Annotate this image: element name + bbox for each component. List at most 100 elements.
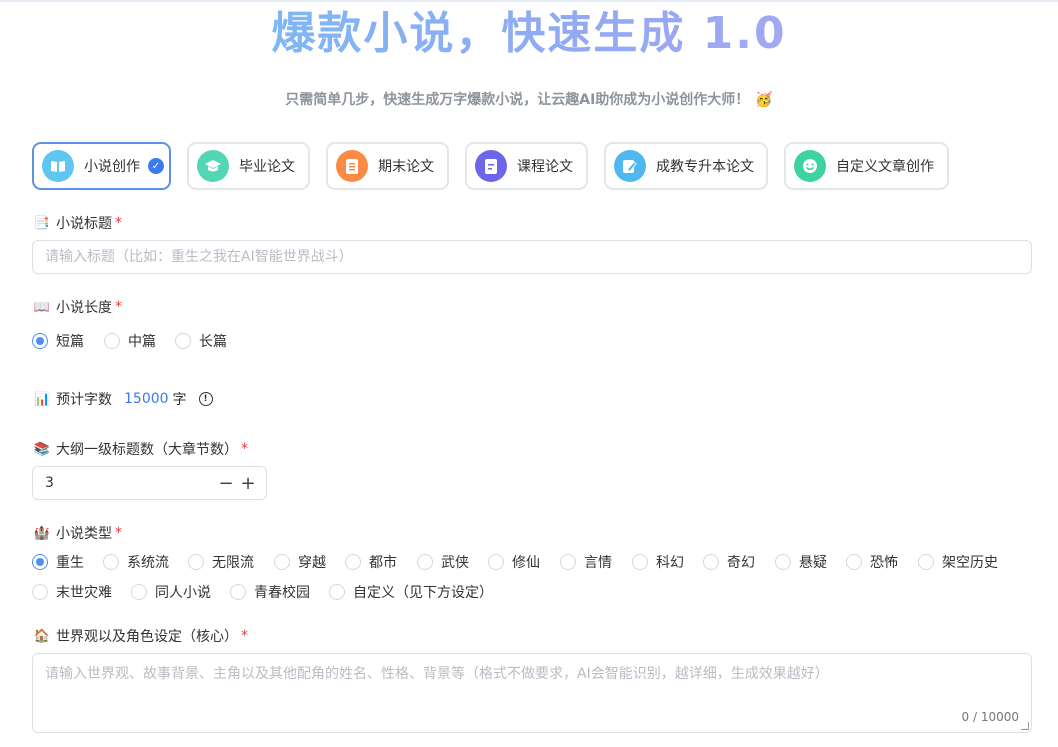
- tab-course-paper[interactable]: 课程论文: [465, 142, 588, 190]
- radio-dot: [775, 554, 791, 570]
- length-label: 📖 小说长度 *: [34, 297, 122, 317]
- estimate-unit: 字: [172, 392, 187, 408]
- top-divider: [0, 0, 1058, 2]
- radio-label: 科幻: [656, 555, 684, 571]
- outline-count-value[interactable]: 3: [45, 475, 216, 491]
- increment-button[interactable]: +: [238, 473, 258, 494]
- tab-adult-education-paper[interactable]: 成教专升本论文: [604, 142, 768, 190]
- radio-genre-campus[interactable]: 青春校园: [230, 582, 310, 602]
- radio-genre-apocalypse[interactable]: 末世灾难: [32, 582, 112, 602]
- radio-dot: [846, 554, 862, 570]
- castle-icon: 🏰: [33, 525, 51, 541]
- radio-genre-scifi[interactable]: 科幻: [632, 552, 684, 572]
- radio-dot: [32, 333, 48, 349]
- resize-handle-icon[interactable]: [1021, 722, 1029, 730]
- required-mark: *: [241, 628, 248, 644]
- house-icon: 🏠: [33, 628, 51, 644]
- radio-label: 架空历史: [942, 555, 998, 571]
- radio-genre-infinite[interactable]: 无限流: [188, 552, 254, 572]
- radio-genre-alt-history[interactable]: 架空历史: [918, 552, 998, 572]
- tab-graduation-thesis[interactable]: 毕业论文: [187, 142, 310, 190]
- required-mark: *: [115, 525, 122, 541]
- tab-label: 小说创作: [84, 159, 140, 175]
- genre-label-text: 小说类型: [56, 526, 112, 542]
- subtitle-text: 只需简单几步，快速生成万字爆款小说，让云趣AI助你成为小说创作大师！: [285, 92, 750, 108]
- radio-length-medium[interactable]: 中篇: [104, 331, 156, 351]
- decrement-button[interactable]: −: [216, 473, 236, 494]
- radio-genre-fantasy[interactable]: 奇幻: [703, 552, 755, 572]
- outline-label: 📚 大纲一级标题数（大章节数） *: [34, 439, 248, 459]
- info-icon[interactable]: !: [198, 392, 213, 406]
- radio-genre-wuxia[interactable]: 武侠: [417, 552, 469, 572]
- textarea-placeholder: 请输入世界观、故事背景、主角以及其他配角的姓名、性格、背景等（格式不做要求，AI…: [45, 666, 829, 682]
- radio-dot: [329, 584, 345, 600]
- radio-label: 奇幻: [727, 555, 755, 571]
- bar-chart-icon: 📊: [34, 391, 51, 407]
- radio-genre-system[interactable]: 系统流: [103, 552, 169, 572]
- world-setting-label-text: 世界观以及角色设定（核心）: [56, 629, 238, 645]
- genre-label: 🏰 小说类型 *: [34, 523, 122, 543]
- estimate-value: 15000: [124, 391, 169, 407]
- party-face-icon: 🥳: [755, 92, 773, 108]
- tab-label: 成教专升本论文: [656, 159, 754, 175]
- bookmark-tabs-icon: 📑: [33, 215, 51, 231]
- document-icon: [336, 150, 368, 182]
- notes-icon: [475, 150, 507, 182]
- radio-genre-rebirth[interactable]: 重生: [32, 552, 84, 572]
- radio-genre-cultivation[interactable]: 修仙: [488, 552, 540, 572]
- title-label-text: 小说标题: [56, 216, 112, 232]
- tab-custom-article[interactable]: 自定义文章创作: [784, 142, 949, 190]
- radio-length-long[interactable]: 长篇: [175, 331, 227, 351]
- radio-dot: [345, 554, 361, 570]
- radio-dot: [104, 333, 120, 349]
- radio-genre-romance[interactable]: 言情: [560, 552, 612, 572]
- tab-label: 期末论文: [378, 159, 434, 175]
- radio-dot: [188, 554, 204, 570]
- radio-genre-fanfiction[interactable]: 同人小说: [131, 582, 211, 602]
- radio-length-short[interactable]: 短篇: [32, 331, 84, 351]
- radio-dot: [488, 554, 504, 570]
- radio-label: 悬疑: [799, 555, 827, 571]
- radio-genre-mystery[interactable]: 悬疑: [775, 552, 827, 572]
- radio-dot: [632, 554, 648, 570]
- title-label: 📑 小说标题 *: [34, 213, 122, 233]
- book-icon: [42, 150, 74, 182]
- edit-icon: [614, 150, 646, 182]
- page-subtitle: 只需简单几步，快速生成万字爆款小说，让云趣AI助你成为小说创作大师！ 🥳: [0, 89, 1058, 109]
- tab-final-paper[interactable]: 期末论文: [326, 142, 449, 190]
- radio-dot: [417, 554, 433, 570]
- radio-label: 修仙: [512, 555, 540, 571]
- required-mark: *: [115, 215, 122, 231]
- books-icon: 📚: [33, 441, 51, 457]
- radio-label: 穿越: [298, 555, 326, 571]
- title-input[interactable]: [32, 240, 1032, 274]
- genre-options: 重生 系统流 无限流 穿越 都市 武侠 修仙 言情 科幻 奇幻 悬疑 恐怖 架空…: [32, 552, 1032, 602]
- radio-genre-urban[interactable]: 都市: [345, 552, 397, 572]
- world-setting-textarea[interactable]: 请输入世界观、故事背景、主角以及其他配角的姓名、性格、背景等（格式不做要求，AI…: [32, 653, 1032, 733]
- radio-label: 恐怖: [870, 555, 898, 571]
- radio-genre-time-travel[interactable]: 穿越: [274, 552, 326, 572]
- radio-dot: [230, 584, 246, 600]
- required-mark: *: [115, 299, 122, 315]
- radio-label: 无限流: [212, 555, 254, 571]
- open-book-icon: 📖: [33, 299, 51, 315]
- estimate-label: 预计字数: [56, 392, 112, 408]
- outline-count-stepper: 3 − +: [32, 466, 267, 500]
- radio-genre-horror[interactable]: 恐怖: [846, 552, 898, 572]
- smile-icon: [794, 150, 826, 182]
- radio-dot: [175, 333, 191, 349]
- radio-genre-custom[interactable]: 自定义（见下方设定）: [329, 582, 493, 602]
- tab-label: 课程论文: [517, 159, 573, 175]
- radio-dot: [103, 554, 119, 570]
- radio-dot: [560, 554, 576, 570]
- radio-label: 末世灾难: [56, 585, 112, 601]
- radio-dot: [274, 554, 290, 570]
- tab-novel[interactable]: 小说创作 ✓: [32, 142, 171, 190]
- radio-label: 青春校园: [254, 585, 310, 601]
- outline-label-text: 大纲一级标题数（大章节数）: [56, 442, 238, 458]
- required-mark: *: [241, 441, 248, 457]
- radio-label: 同人小说: [155, 585, 211, 601]
- radio-label: 言情: [584, 555, 612, 571]
- character-count: 0 / 10000: [961, 710, 1019, 724]
- length-label-text: 小说长度: [56, 300, 112, 316]
